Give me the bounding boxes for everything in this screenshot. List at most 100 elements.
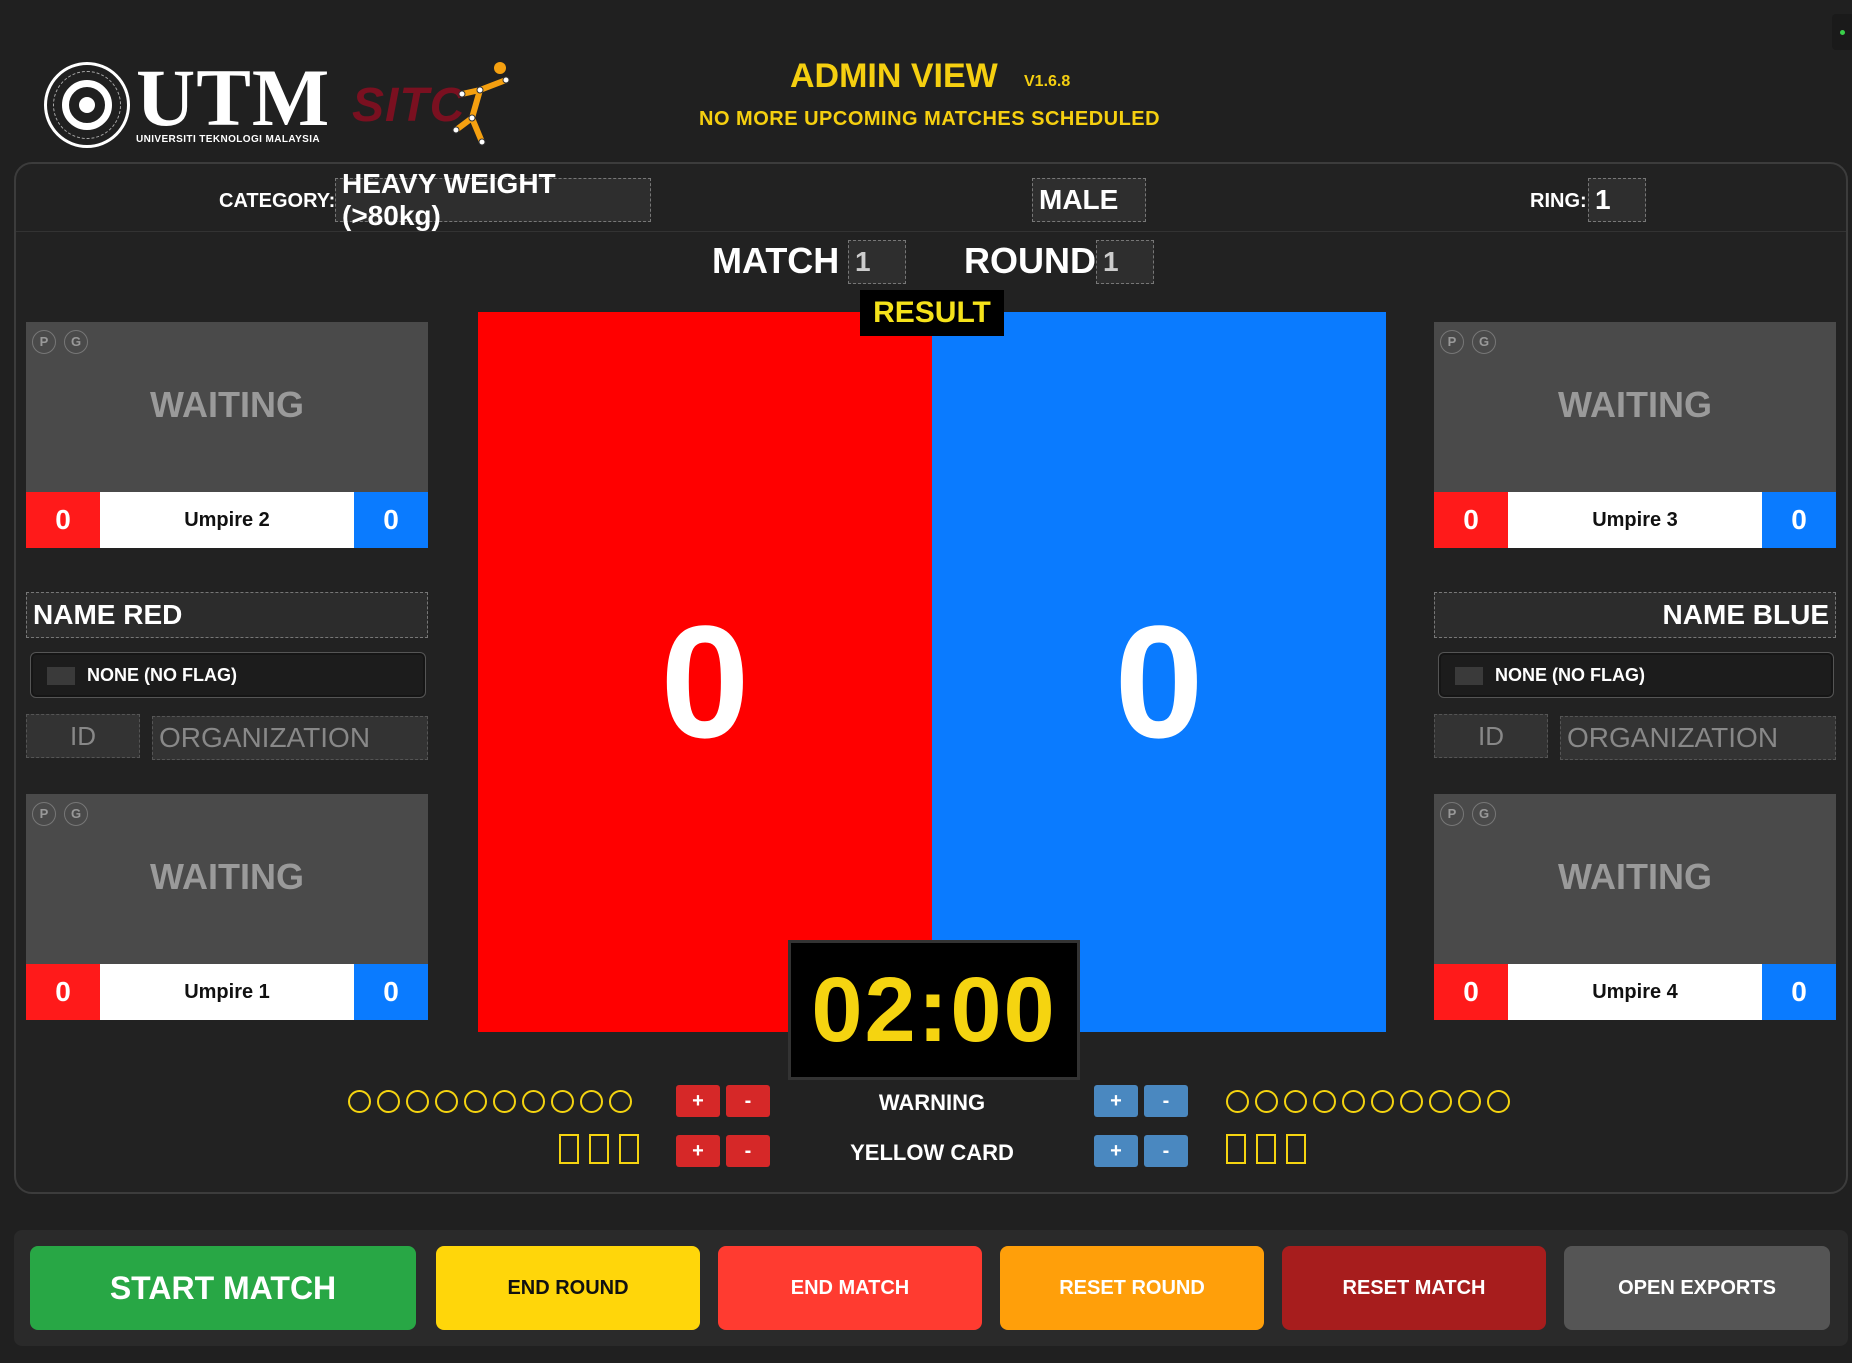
version-label: V1.6.8: [1024, 73, 1071, 90]
umpire-score-bar: 0 Umpire 1 0: [26, 964, 428, 1020]
header: UTM UNIVERSITI TEKNOLOGI MALAYSIA SITC A…: [0, 0, 1852, 162]
connection-indicator-icon: [1832, 14, 1852, 50]
warning-slot-icon: [435, 1090, 458, 1113]
red-flag-label: NONE (NO FLAG): [87, 665, 237, 685]
blue-yellow-card-minus-button[interactable]: -: [1144, 1135, 1188, 1167]
warning-slot-icon: [406, 1090, 429, 1113]
umpire-blue-score: 0: [1762, 492, 1836, 548]
match-panel: CATEGORY: HEAVY WEIGHT (>80kg) MALE RING…: [14, 162, 1848, 1194]
blue-flag-select[interactable]: NONE (NO FLAG): [1438, 652, 1834, 698]
warning-slot-icon: [1342, 1090, 1365, 1113]
ring-label: RING:: [1530, 190, 1587, 212]
gam-jeom-indicator-icon: G: [64, 330, 88, 354]
gam-jeom-indicator-icon: G: [1472, 802, 1496, 826]
umpire-card-3: P G WAITING 0 Umpire 3 0: [1434, 322, 1836, 550]
umpire-red-score: 0: [26, 964, 100, 1020]
umpire-blue-score: 0: [1762, 964, 1836, 1020]
warning-slot-icon: [1226, 1090, 1249, 1113]
red-flag-select[interactable]: NONE (NO FLAG): [30, 652, 426, 698]
yellow-card-label: YELLOW CARD: [850, 1140, 1014, 1165]
umpire-blue-score: 0: [354, 964, 428, 1020]
warning-slot-icon: [1458, 1090, 1481, 1113]
umpire-score-bar: 0 Umpire 3 0: [1434, 492, 1836, 548]
umpire-card-1: P G WAITING 0 Umpire 1 0: [26, 794, 428, 1022]
red-organization-field[interactable]: ORGANIZATION: [152, 716, 428, 760]
umpire-screen: P G WAITING: [26, 322, 428, 492]
match-timer[interactable]: 02:00: [788, 940, 1080, 1080]
red-yellow-card-plus-button[interactable]: +: [676, 1135, 720, 1167]
blue-athlete-name-field[interactable]: NAME BLUE: [1434, 592, 1836, 638]
warning-slot-icon: [580, 1090, 603, 1113]
match-label: MATCH: [712, 240, 840, 281]
yellow-card-slot-icon: [1226, 1134, 1246, 1164]
action-bar: START MATCH END ROUND END MATCH RESET RO…: [14, 1230, 1848, 1346]
umpire-score-bar: 0 Umpire 2 0: [26, 492, 428, 548]
match-number-field[interactable]: 1: [848, 240, 906, 284]
red-athlete-name-field[interactable]: NAME RED: [26, 592, 428, 638]
warning-label: WARNING: [878, 1090, 986, 1115]
blue-flag-label: NONE (NO FLAG): [1495, 665, 1645, 685]
warning-slot-icon: [1371, 1090, 1394, 1113]
umpire-state: WAITING: [1558, 384, 1712, 425]
red-warning-minus-button[interactable]: -: [726, 1085, 770, 1117]
reset-match-button[interactable]: RESET MATCH: [1282, 1246, 1546, 1330]
flag-swatch-icon: [47, 667, 75, 685]
red-score-panel: 0: [478, 312, 932, 1032]
umpire-red-score: 0: [26, 492, 100, 548]
warning-slot-icon: [377, 1090, 400, 1113]
warning-slot-icon: [1284, 1090, 1307, 1113]
utm-logo-subtitle: UNIVERSITI TEKNOLOGI MALAYSIA: [136, 134, 321, 145]
penalty-indicator-icon: P: [32, 330, 56, 354]
red-warning-indicators: [348, 1090, 632, 1113]
gender-field[interactable]: MALE: [1032, 178, 1146, 222]
blue-yellow-card-plus-button[interactable]: +: [1094, 1135, 1138, 1167]
umpire-name: Umpire 3: [1508, 492, 1762, 548]
yellow-card-slot-icon: [1286, 1134, 1306, 1164]
blue-organization-field[interactable]: ORGANIZATION: [1560, 716, 1836, 760]
red-id-field[interactable]: ID: [26, 714, 140, 758]
start-match-button[interactable]: START MATCH: [30, 1246, 416, 1330]
penalty-indicator-icon: P: [1440, 802, 1464, 826]
round-label: ROUND: [964, 240, 1096, 281]
sitc-figure-icon: [452, 62, 510, 146]
schedule-status: NO MORE UPCOMING MATCHES SCHEDULED: [699, 108, 1161, 130]
blue-warning-minus-button[interactable]: -: [1144, 1085, 1188, 1117]
utm-logo: UTM UNIVERSITI TEKNOLOGI MALAYSIA: [44, 57, 329, 148]
warning-slot-icon: [522, 1090, 545, 1113]
umpire-card-2: P G WAITING 0 Umpire 2 0: [26, 322, 428, 550]
warning-slot-icon: [1400, 1090, 1423, 1113]
warning-slot-icon: [1255, 1090, 1278, 1113]
round-number-field[interactable]: 1: [1096, 240, 1154, 284]
umpire-red-score: 0: [1434, 964, 1508, 1020]
result-button[interactable]: RESULT: [860, 290, 1004, 336]
gam-jeom-indicator-icon: G: [64, 802, 88, 826]
page-title: ADMIN VIEW: [790, 57, 998, 95]
umpire-state: WAITING: [150, 856, 304, 897]
category-field[interactable]: HEAVY WEIGHT (>80kg): [335, 168, 651, 231]
warning-slot-icon: [551, 1090, 574, 1113]
yellow-card-slot-icon: [1256, 1134, 1276, 1164]
umpire-screen: P G WAITING: [1434, 794, 1836, 964]
open-exports-button[interactable]: OPEN EXPORTS: [1564, 1246, 1830, 1330]
blue-warning-plus-button[interactable]: +: [1094, 1085, 1138, 1117]
red-warning-plus-button[interactable]: +: [676, 1085, 720, 1117]
match-meta-row: CATEGORY: HEAVY WEIGHT (>80kg) MALE RING…: [16, 164, 1846, 232]
penalty-indicator-icon: P: [1440, 330, 1464, 354]
red-score: 0: [660, 592, 750, 771]
reset-round-button[interactable]: RESET ROUND: [1000, 1246, 1264, 1330]
red-yellow-card-minus-button[interactable]: -: [726, 1135, 770, 1167]
warning-slot-icon: [348, 1090, 371, 1113]
blue-id-field[interactable]: ID: [1434, 714, 1548, 758]
end-round-button[interactable]: END ROUND: [436, 1246, 700, 1330]
ring-field[interactable]: 1: [1588, 178, 1646, 222]
blue-score: 0: [1114, 592, 1204, 771]
category-label: CATEGORY:: [219, 190, 336, 212]
warning-slot-icon: [609, 1090, 632, 1113]
end-match-button[interactable]: END MATCH: [718, 1246, 982, 1330]
umpire-name: Umpire 1: [100, 964, 354, 1020]
umpire-screen: P G WAITING: [1434, 322, 1836, 492]
warning-slot-icon: [1429, 1090, 1452, 1113]
utm-seal-icon: [44, 62, 130, 148]
warning-slot-icon: [1313, 1090, 1336, 1113]
umpire-screen: P G WAITING: [26, 794, 428, 964]
